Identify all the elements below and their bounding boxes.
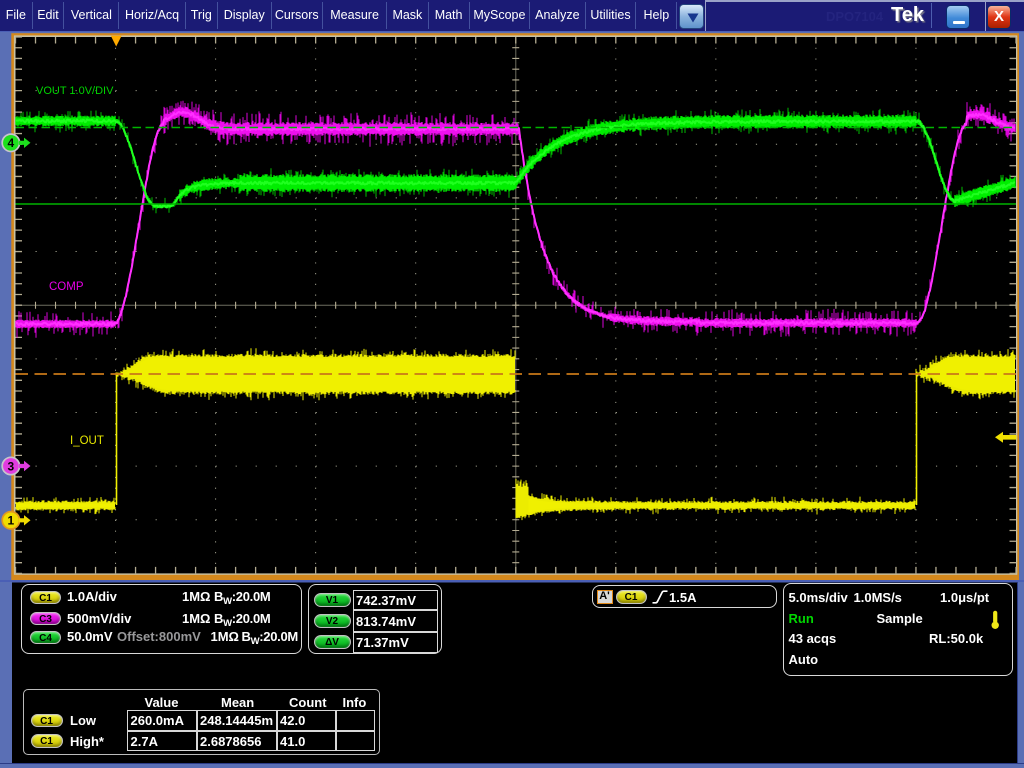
svg-text:4: 4 <box>8 136 15 150</box>
svg-text:3: 3 <box>8 459 15 473</box>
svg-text:1: 1 <box>8 514 15 528</box>
svg-text:I_OUT: I_OUT <box>70 435 104 447</box>
svg-text:COMP: COMP <box>49 281 84 293</box>
svg-text:VOUT 1.0V/DIV: VOUT 1.0V/DIV <box>36 85 114 97</box>
